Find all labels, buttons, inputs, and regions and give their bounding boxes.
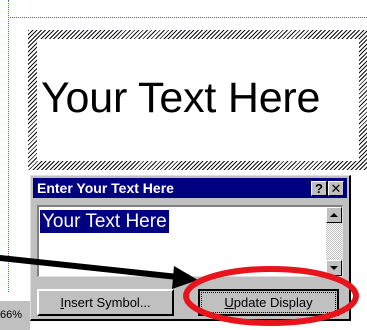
enter-text-dialog: Enter Your Text Here ? ✕ Your Text Here … bbox=[30, 175, 351, 321]
arrow-down-icon bbox=[330, 266, 338, 270]
dialog-title: Enter Your Text Here bbox=[37, 180, 174, 196]
insert-symbol-button[interactable]: Insert Symbol... bbox=[37, 289, 174, 316]
wordart-text: Your Text Here bbox=[41, 74, 321, 122]
selected-text[interactable]: Your Text Here bbox=[40, 210, 169, 233]
margin-guide-horizontal bbox=[8, 17, 367, 18]
zoom-level[interactable]: 66% bbox=[0, 309, 22, 321]
status-bar: 66% bbox=[0, 300, 30, 330]
vertical-scrollbar[interactable] bbox=[326, 207, 342, 276]
insert-symbol-label: nsert Symbol... bbox=[63, 295, 151, 310]
focus-rectangle bbox=[201, 292, 336, 313]
close-icon[interactable]: ✕ bbox=[328, 181, 344, 196]
update-display-button[interactable]: Update Display bbox=[198, 289, 339, 316]
scroll-down-button[interactable] bbox=[326, 260, 342, 276]
margin-guide-vertical bbox=[8, 0, 9, 292]
wordart-frame[interactable]: Your Text Here bbox=[28, 30, 367, 170]
help-icon[interactable]: ? bbox=[311, 181, 327, 196]
text-entry-field[interactable]: Your Text Here bbox=[37, 205, 343, 277]
dialog-titlebar[interactable]: Enter Your Text Here ? ✕ bbox=[33, 178, 347, 198]
arrow-up-icon bbox=[330, 213, 338, 217]
scroll-up-button[interactable] bbox=[326, 207, 342, 223]
